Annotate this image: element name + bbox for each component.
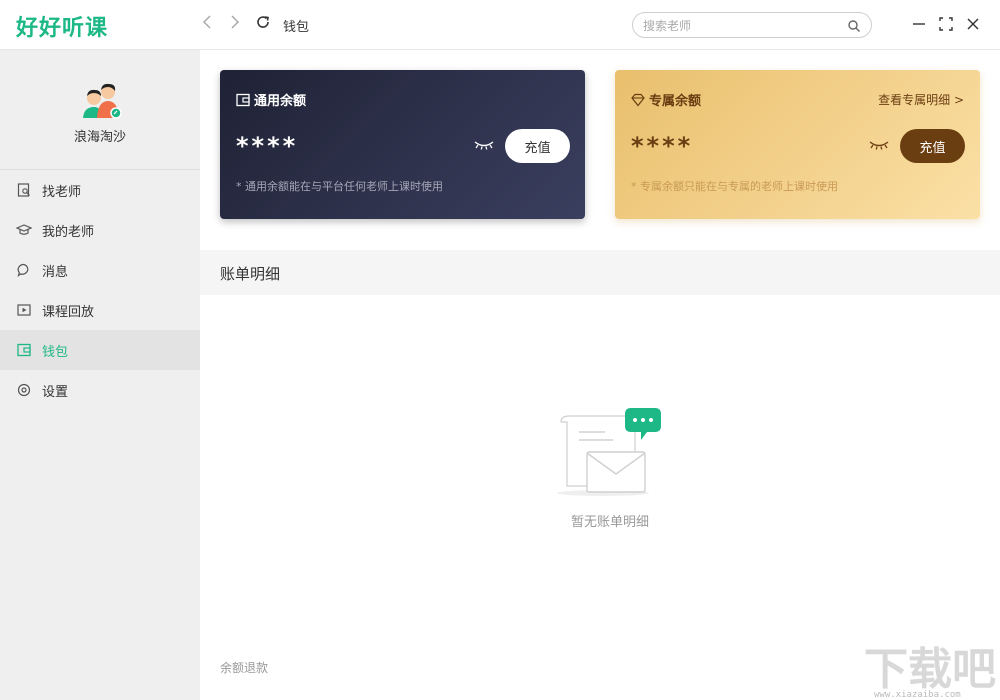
sidebar-item-replay[interactable]: 课程回放 bbox=[0, 290, 200, 330]
sidebar: 浪海淘沙 找老师 我的老师 消息 课程回放 钱包 设置 bbox=[0, 50, 200, 700]
empty-bill-text: 暂无账单明细 bbox=[570, 515, 649, 530]
maximize-button[interactable] bbox=[936, 14, 956, 34]
sidebar-item-find-teacher[interactable]: 找老师 bbox=[0, 170, 200, 210]
bill-title: 账单明细 bbox=[220, 265, 281, 283]
general-balance-note: * 通用余额能在与平台任何老师上课时使用 bbox=[236, 180, 443, 193]
title-bar: 好好听课 钱包 bbox=[0, 0, 1000, 50]
back-button[interactable] bbox=[197, 14, 217, 34]
sidebar-item-label: 课程回放 bbox=[42, 304, 95, 320]
exclusive-balance-title: 专属余额 bbox=[631, 90, 701, 109]
watermark-url: www.xiazaiba.com bbox=[874, 690, 961, 700]
empty-bill-illustration bbox=[557, 408, 661, 496]
sidebar-item-label: 消息 bbox=[42, 264, 69, 280]
exclusive-balance-note: * 专属余额只能在与专属的老师上课时使用 bbox=[631, 180, 838, 193]
fullscreen-icon bbox=[939, 17, 953, 31]
search-box[interactable] bbox=[632, 12, 872, 38]
exclusive-balance-card: 专属余额 查看专属明细 > **** 充值 * 专属余额只能在与专属的老师上课时… bbox=[615, 70, 980, 219]
play-icon bbox=[16, 302, 32, 318]
search-icon[interactable] bbox=[847, 19, 861, 33]
refresh-button[interactable] bbox=[253, 14, 273, 34]
bill-section-header: 账单明细 bbox=[200, 250, 1000, 295]
chat-bubble-icon bbox=[16, 262, 32, 278]
wallet-icon bbox=[16, 342, 32, 358]
wallet-icon bbox=[236, 93, 250, 106]
forward-button[interactable] bbox=[225, 14, 245, 34]
app-logo: 好好听课 bbox=[16, 16, 109, 41]
sidebar-item-label: 钱包 bbox=[42, 344, 69, 360]
username: 浪海淘沙 bbox=[73, 130, 126, 145]
refresh-icon bbox=[257, 16, 269, 28]
close-button[interactable] bbox=[963, 14, 983, 34]
view-exclusive-details-link[interactable]: 查看专属明细 > bbox=[878, 91, 964, 108]
general-balance-card: 通用余额 **** 充值 * 通用余额能在与平台任何老师上课时使用 bbox=[220, 70, 585, 219]
page-title: 钱包 bbox=[283, 20, 310, 35]
eye-closed-icon[interactable] bbox=[868, 138, 890, 152]
close-icon bbox=[967, 18, 979, 30]
sidebar-item-settings[interactable]: 设置 bbox=[0, 370, 200, 410]
search-input[interactable] bbox=[643, 17, 843, 34]
general-recharge-button[interactable]: 充值 bbox=[505, 129, 570, 163]
watermark-logo-text: 下载吧 bbox=[864, 644, 996, 695]
sidebar-item-label: 我的老师 bbox=[42, 224, 95, 240]
eye-closed-icon[interactable] bbox=[473, 138, 495, 152]
general-balance-title-text: 通用余额 bbox=[254, 94, 307, 109]
find-teacher-icon bbox=[16, 182, 32, 198]
minimize-button[interactable] bbox=[909, 14, 929, 34]
minimize-icon bbox=[913, 23, 925, 25]
diamond-icon bbox=[631, 93, 645, 106]
chevron-left-icon bbox=[202, 15, 211, 29]
settings-icon bbox=[16, 382, 32, 398]
chevron-right-icon bbox=[231, 15, 240, 29]
sidebar-item-messages[interactable]: 消息 bbox=[0, 250, 200, 290]
avatar[interactable] bbox=[80, 78, 124, 122]
graduation-cap-icon bbox=[16, 222, 32, 238]
balance-refund-link[interactable]: 余额退款 bbox=[220, 659, 268, 676]
sidebar-item-my-teachers[interactable]: 我的老师 bbox=[0, 210, 200, 250]
sidebar-item-wallet[interactable]: 钱包 bbox=[0, 330, 200, 370]
general-balance-title: 通用余额 bbox=[236, 90, 306, 109]
exclusive-recharge-button[interactable]: 充值 bbox=[900, 129, 965, 163]
user-profile: 浪海淘沙 bbox=[0, 50, 200, 170]
general-balance-amount: **** bbox=[236, 132, 299, 160]
exclusive-balance-title-text: 专属余额 bbox=[649, 94, 702, 109]
sidebar-item-label: 设置 bbox=[42, 384, 69, 400]
exclusive-balance-amount: **** bbox=[631, 132, 694, 160]
sidebar-item-label: 找老师 bbox=[42, 184, 82, 200]
